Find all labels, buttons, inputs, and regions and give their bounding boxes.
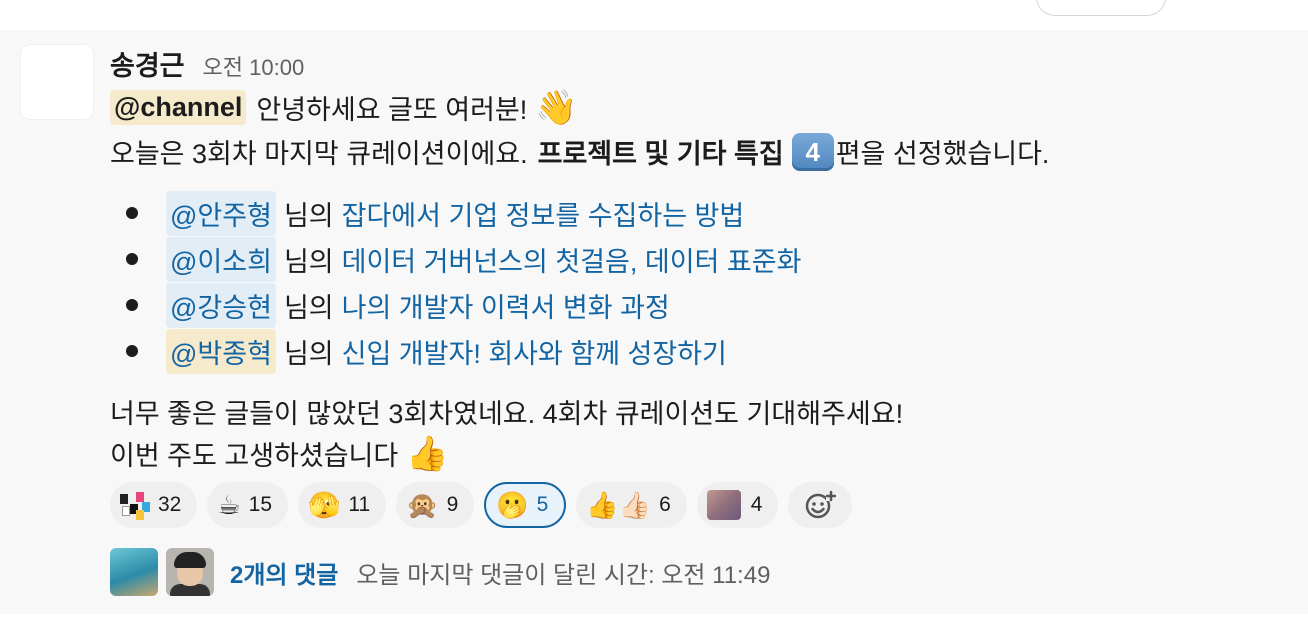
mosaic-emoji-icon [120,490,150,520]
user-mention[interactable]: @이소희 [166,236,276,282]
channel-mention[interactable]: @channel [110,90,247,125]
face-emoji-icon [706,490,741,520]
user-mention[interactable]: @박종혁 [166,328,276,374]
reaction-count: 6 [659,493,671,516]
sender-avatar[interactable] [20,44,94,120]
closing-line-2: 이번 주도 고생하셨습니다 👍 [110,434,449,473]
bottom-strip [0,614,1308,618]
reply-count-link[interactable]: 2개의 댓글 [230,555,338,590]
bullet-icon [126,345,138,357]
hover-toolbar-button[interactable] [1036,0,1166,16]
reaction-count: 11 [348,493,371,516]
intro-suffix: 편을 선정했습니다. [835,139,1050,169]
bullet-icon [126,253,138,265]
reaction-count: 5 [536,493,549,516]
add-emoji-icon [806,490,837,519]
reactions-bar: 32 ☕ 15 🫣 11 🙊 9 🫢 5 👍👍🏻 6 4 [110,482,862,528]
last-reply-time: 오늘 마지막 댓글이 달린 시간: 오전 11:49 [356,561,771,589]
article-link[interactable]: 신입 개발자! 회사와 함께 성장하기 [342,332,727,371]
replier-avatar[interactable] [110,548,158,596]
reaction-count: 4 [750,493,763,516]
intro-text: 오늘은 3회차 마지막 큐레이션이에요. [110,139,528,169]
item-suffix: 님의 [283,338,334,369]
reaction-face[interactable]: 4 [696,482,779,528]
bullet-icon [126,299,138,311]
item-suffix: 님의 [283,292,334,323]
wave-icon: 👋 [535,88,578,127]
list-item: @박종혁 님의 신입 개발자! 회사와 함께 성장하기 [110,328,801,374]
hand-over-mouth-icon: 🫢 [496,490,529,520]
reaction-monkey[interactable]: 🙊 9 [396,482,475,528]
reaction-count: 32 [158,493,182,516]
list-item: @이소희 님의 데이터 거버넌스의 첫걸음, 데이터 표준화 [110,236,801,282]
reaction-peek[interactable]: 🫣 11 [298,482,387,528]
article-link[interactable]: 나의 개발자 이력서 변화 과정 [342,286,670,325]
greeting-text: 안녕하세요 글또 여러분! [256,95,528,125]
bold-title: 프로젝트 및 기타 특집 [537,139,784,169]
reaction-hand-over-mouth[interactable]: 🫢 5 [484,482,567,528]
replier-avatar[interactable] [166,548,214,596]
coffee-icon: ☕ [217,490,241,520]
article-link[interactable]: 데이터 거버넌스의 첫걸음, 데이터 표준화 [342,240,802,279]
closing-text: 이번 주도 고생하셨습니다 [110,441,399,471]
curation-list: @안주형 님의 잡다에서 기업 정보를 수집하는 방법 @이소희 님의 데이터 … [110,190,801,374]
thumbs-up-pair-icon: 👍👍🏻 [586,490,652,520]
message-time[interactable]: 오전 10:00 [203,50,305,82]
message-header: 송경근 오전 10:00 [110,44,304,81]
peeking-face-icon: 🫣 [308,490,341,520]
reaction-coffee[interactable]: ☕ 15 [207,482,289,528]
bullet-icon [126,207,138,219]
reaction-count: 9 [446,493,459,516]
reaction-count: 15 [248,493,273,516]
reaction-mosaic[interactable]: 32 [110,482,198,528]
sender-name[interactable]: 송경근 [110,44,185,83]
reaction-thumbs[interactable]: 👍👍🏻 6 [576,482,687,528]
list-item: @안주형 님의 잡다에서 기업 정보를 수집하는 방법 [110,190,801,236]
add-reaction-button[interactable] [788,482,853,528]
thread-summary[interactable]: 2개의 댓글 오늘 마지막 댓글이 달린 시간: 오전 11:49 [110,548,770,596]
speak-no-evil-monkey-icon: 🙊 [406,490,439,520]
item-suffix: 님의 [283,246,334,277]
item-suffix: 님의 [283,200,334,231]
message-line-1: @channel 안녕하세요 글또 여러분! 👋 [110,88,578,127]
user-mention[interactable]: @안주형 [166,190,276,236]
closing-line-1: 너무 좋은 글들이 많았던 3회차였네요. 4회차 큐레이션도 기대해주세요! [110,399,904,429]
article-link[interactable]: 잡다에서 기업 정보를 수집하는 방법 [342,194,745,233]
user-mention[interactable]: @강승현 [166,282,276,328]
thumbs-up-icon: 👍 [406,434,449,473]
message-line-2: 오늘은 3회차 마지막 큐레이션이에요. 프로젝트 및 기타 특집 4 편을 선… [110,132,1049,171]
list-item: @강승현 님의 나의 개발자 이력서 변화 과정 [110,282,801,328]
keycap-four-icon: 4 [791,132,834,171]
message: 송경근 오전 10:00 @channel 안녕하세요 글또 여러분! 👋 오늘… [0,30,1308,614]
